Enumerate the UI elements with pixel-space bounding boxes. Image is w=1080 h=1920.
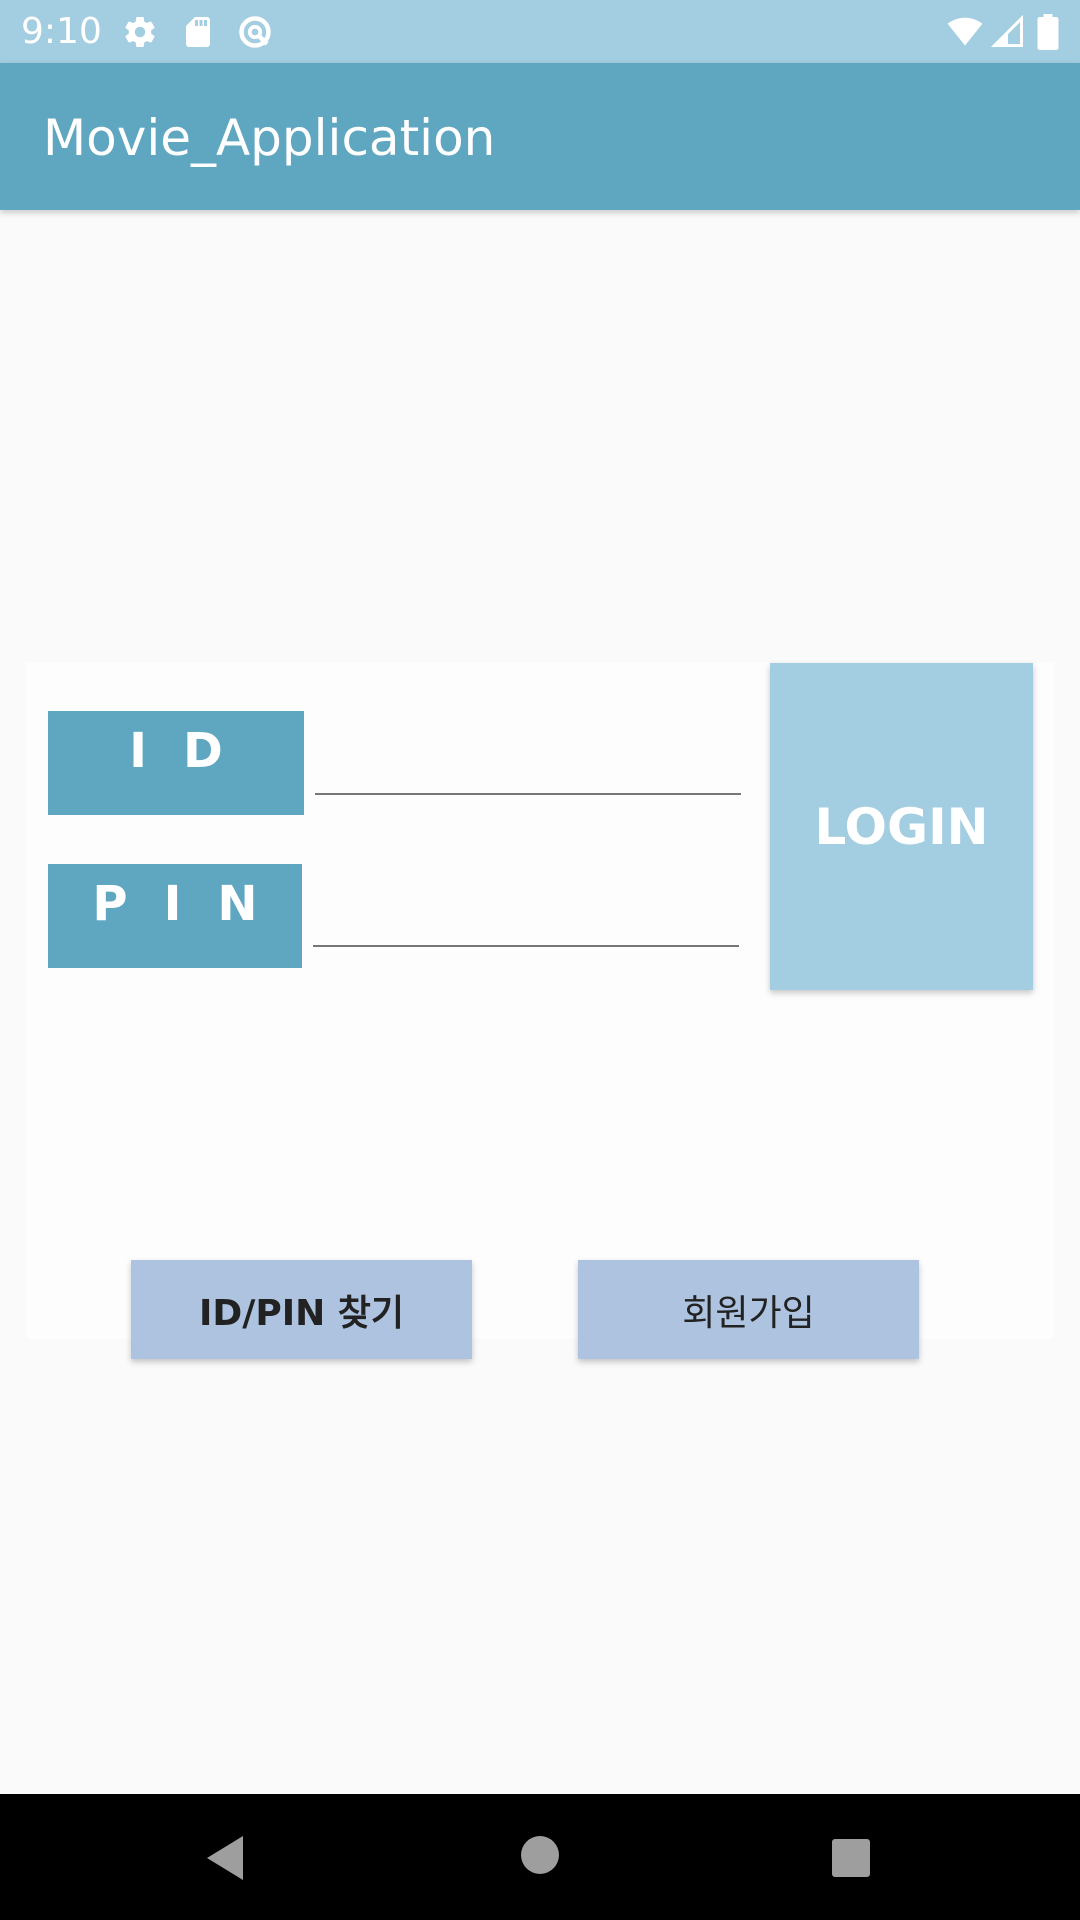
recents-icon[interactable]: [831, 1838, 871, 1878]
sd-card-icon: [186, 17, 210, 47]
id-label: ID: [48, 711, 304, 815]
pin-label: PIN: [48, 864, 302, 968]
settings-icon: [125, 17, 155, 48]
cellular-signal-icon: [990, 14, 1023, 47]
wifi-icon: [947, 17, 983, 46]
pin-input[interactable]: [313, 872, 739, 947]
login-button[interactable]: LOGIN: [770, 663, 1033, 990]
app-title: Movie_Application: [43, 109, 496, 167]
at-sign-icon: [239, 16, 271, 48]
home-icon[interactable]: [519, 1834, 561, 1876]
id-input[interactable]: [315, 720, 741, 795]
signup-button[interactable]: 회원가입: [578, 1260, 919, 1359]
battery-icon: [1037, 14, 1059, 50]
nav-bar: [0, 1794, 1080, 1920]
back-icon[interactable]: [203, 1834, 247, 1882]
status-time: 9:10: [21, 11, 102, 52]
find-id-pin-button[interactable]: ID/PIN 찾기: [131, 1260, 472, 1359]
status-bar: 9:10: [0, 0, 1080, 63]
app-bar: Movie_Application: [0, 63, 1080, 210]
